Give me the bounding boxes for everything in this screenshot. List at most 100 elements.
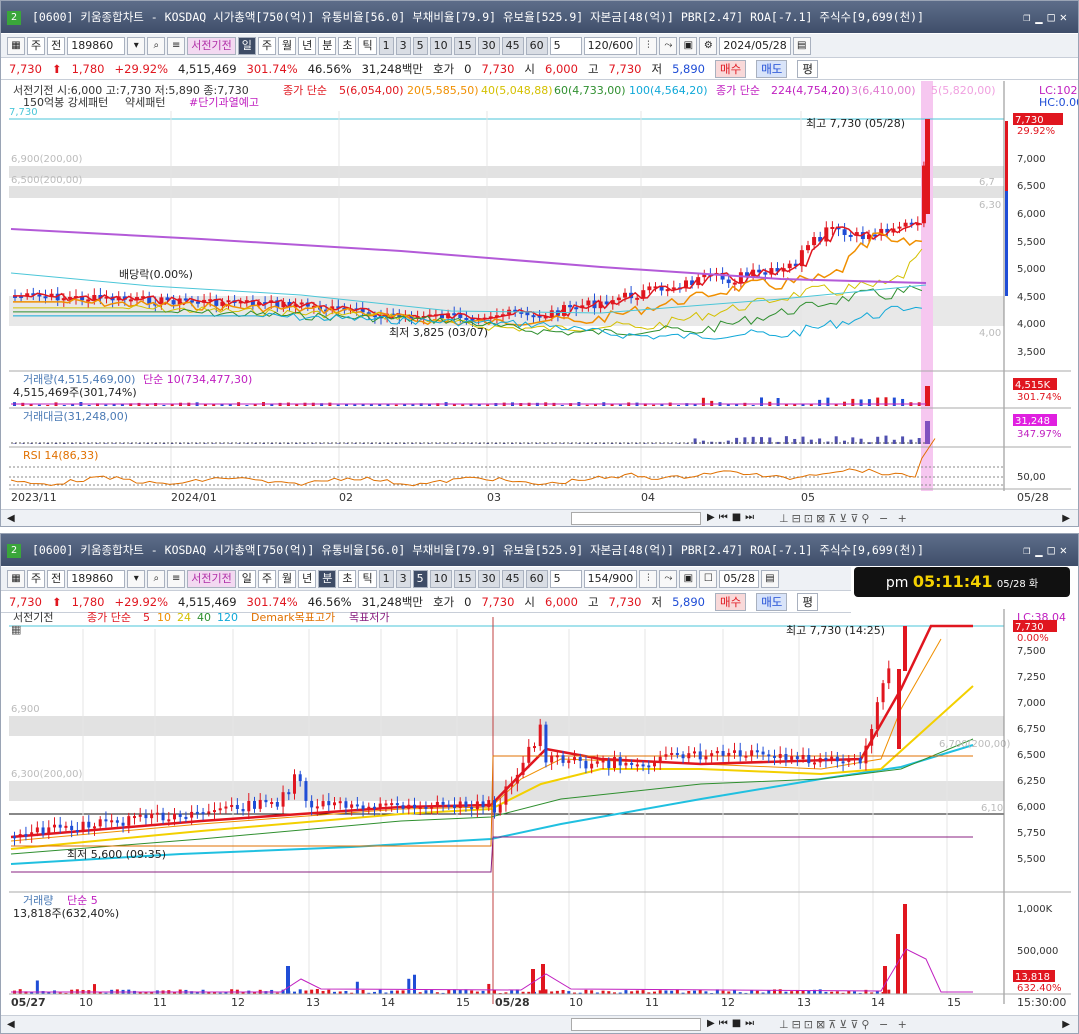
tf-second[interactable]: 초: [338, 569, 357, 588]
num-5[interactable]: 5: [412, 36, 428, 55]
minute-candle-chart[interactable]: 서전기전 종가 단순 5 10 24 40 120 Demark목표고가 목표저…: [1, 609, 1079, 1015]
chart-scrollbar[interactable]: ◀ ▶⏮■⏭ ⊥⊟⊡⊠⊼⊻⊽⚲ − + ▶: [1, 509, 1078, 526]
tf-tick[interactable]: 틱: [358, 569, 377, 588]
num-30[interactable]: 30: [477, 569, 500, 588]
checkbox-icon[interactable]: ☐: [699, 569, 718, 588]
window-controls[interactable]: ❐▁□✕: [1023, 1, 1072, 33]
x-axis-label: 05/28: [1017, 491, 1049, 504]
title-bar[interactable]: 2 [0600] 키움종합차트 - KOSDAQ 시가총액[750(억)] 유통…: [1, 1, 1078, 33]
playback-controls[interactable]: ▶⏮■⏭: [707, 1018, 758, 1029]
minimize-icon[interactable]: ▁: [1035, 543, 1047, 557]
dropdown-icon[interactable]: ▾: [127, 36, 146, 55]
search-icon[interactable]: ⌕: [147, 569, 166, 588]
sell-button[interactable]: 매도: [756, 59, 788, 78]
period-button-all[interactable]: 전: [47, 36, 66, 55]
num-60[interactable]: 60: [525, 569, 548, 588]
num-5[interactable]: 5: [412, 569, 428, 588]
range-display[interactable]: 120/600: [583, 36, 638, 55]
scroll-left-icon[interactable]: ◀: [7, 513, 15, 524]
calendar-icon[interactable]: ▤: [792, 36, 811, 55]
restore-icon[interactable]: ❐: [1023, 10, 1035, 24]
tf-minute[interactable]: 분: [318, 569, 337, 588]
num-10[interactable]: 10: [429, 36, 452, 55]
tf-tick[interactable]: 틱: [358, 36, 377, 55]
scroll-thumb[interactable]: [571, 1018, 701, 1031]
scroll-right-icon[interactable]: ▶: [1062, 1019, 1070, 1030]
amount-bar: [643, 443, 647, 444]
amount-bar: [519, 443, 523, 444]
search-icon[interactable]: ⌕: [147, 36, 166, 55]
tf-year[interactable]: 년: [298, 569, 317, 588]
num-15[interactable]: 15: [453, 36, 476, 55]
restore-icon[interactable]: ❐: [1023, 543, 1035, 557]
num-10[interactable]: 10: [429, 569, 452, 588]
tf-day[interactable]: 일: [237, 569, 256, 588]
num-15[interactable]: 15: [453, 569, 476, 588]
gear-icon[interactable]: ⚙: [699, 36, 718, 55]
range-display[interactable]: 154/900: [583, 569, 638, 588]
num-60[interactable]: 60: [525, 36, 548, 55]
num-1[interactable]: 1: [378, 569, 394, 588]
grid-icon[interactable]: ▦: [7, 569, 25, 588]
chart-type-icon[interactable]: ⫶: [639, 36, 658, 55]
num-45[interactable]: 45: [501, 36, 524, 55]
tf-week[interactable]: 주: [257, 569, 276, 588]
compare-icon[interactable]: ⤳: [659, 569, 678, 588]
stock-name[interactable]: 서전기전: [187, 36, 236, 55]
close-icon[interactable]: ✕: [1060, 543, 1072, 557]
scroll-left-icon[interactable]: ◀: [7, 1019, 15, 1030]
date-input[interactable]: 2024/05/28: [719, 36, 791, 55]
drawing-tools-icon[interactable]: ⊥⊟⊡⊠⊼⊻⊽⚲ − +: [779, 1018, 910, 1031]
grid-icon[interactable]: ▦: [7, 36, 25, 55]
num-3[interactable]: 3: [395, 569, 411, 588]
maximize-icon[interactable]: □: [1048, 543, 1060, 557]
flat-button[interactable]: 평: [797, 592, 818, 611]
save-icon[interactable]: ▣: [679, 36, 698, 55]
buy-button[interactable]: 매수: [715, 59, 747, 78]
window-controls-2[interactable]: ❐▁□✕: [1023, 534, 1072, 566]
tf-day[interactable]: 일: [237, 36, 256, 55]
num-30[interactable]: 30: [477, 36, 500, 55]
tf-second[interactable]: 초: [338, 36, 357, 55]
stock-code-input[interactable]: 189860: [67, 569, 126, 588]
save-icon[interactable]: ▣: [679, 569, 698, 588]
tf-week[interactable]: 주: [257, 36, 276, 55]
count-select[interactable]: 5: [549, 36, 582, 55]
title-bar-2[interactable]: 2 [0600] 키움종합차트 - KOSDAQ 시가총액[750(억)] 유통…: [1, 534, 1078, 566]
daily-candle-chart[interactable]: 서전기전 시:6,000 고:7,730 저:5,890 종:7,730 종가 …: [1, 81, 1079, 509]
tf-month[interactable]: 월: [277, 569, 297, 588]
list-icon[interactable]: ≡: [167, 36, 186, 55]
chart-type-icon[interactable]: ⫶: [639, 569, 658, 588]
playback-controls[interactable]: ▶⏮■⏭: [707, 512, 758, 523]
period-button-week[interactable]: 주: [27, 36, 46, 55]
minimize-icon[interactable]: ▁: [1035, 10, 1047, 24]
tf-year[interactable]: 년: [298, 36, 317, 55]
compare-icon[interactable]: ⤳: [659, 36, 678, 55]
drawing-tools-icon[interactable]: ⊥⊟⊡⊠⊼⊻⊽⚲ − +: [779, 512, 910, 525]
list-icon[interactable]: ≡: [167, 569, 186, 588]
candle-body: [418, 806, 422, 809]
candle-body: [64, 825, 68, 828]
date-input[interactable]: 05/28: [719, 569, 760, 588]
maximize-icon[interactable]: □: [1048, 10, 1060, 24]
sell-button[interactable]: 매도: [756, 592, 788, 611]
period-button-week[interactable]: 주: [27, 569, 46, 588]
tf-month[interactable]: 월: [277, 36, 297, 55]
close-icon[interactable]: ✕: [1060, 10, 1072, 24]
buy-button[interactable]: 매수: [715, 592, 747, 611]
calendar-icon[interactable]: ▤: [761, 569, 780, 588]
tf-minute[interactable]: 분: [318, 36, 337, 55]
stock-code-input[interactable]: 189860: [67, 36, 126, 55]
chart-scrollbar-2[interactable]: ◀ ▶⏮■⏭ ⊥⊟⊡⊠⊼⊻⊽⚲ − + ▶: [1, 1015, 1078, 1033]
period-button-all[interactable]: 전: [47, 569, 66, 588]
scroll-thumb[interactable]: [571, 512, 701, 525]
dropdown-icon[interactable]: ▾: [127, 569, 146, 588]
scroll-right-icon[interactable]: ▶: [1062, 513, 1070, 524]
num-45[interactable]: 45: [501, 569, 524, 588]
count-select[interactable]: 5: [549, 569, 582, 588]
candle-body: [43, 296, 48, 299]
num-1[interactable]: 1: [378, 36, 394, 55]
num-3[interactable]: 3: [395, 36, 411, 55]
flat-button[interactable]: 평: [797, 59, 818, 78]
stock-name[interactable]: 서전기전: [187, 569, 236, 588]
